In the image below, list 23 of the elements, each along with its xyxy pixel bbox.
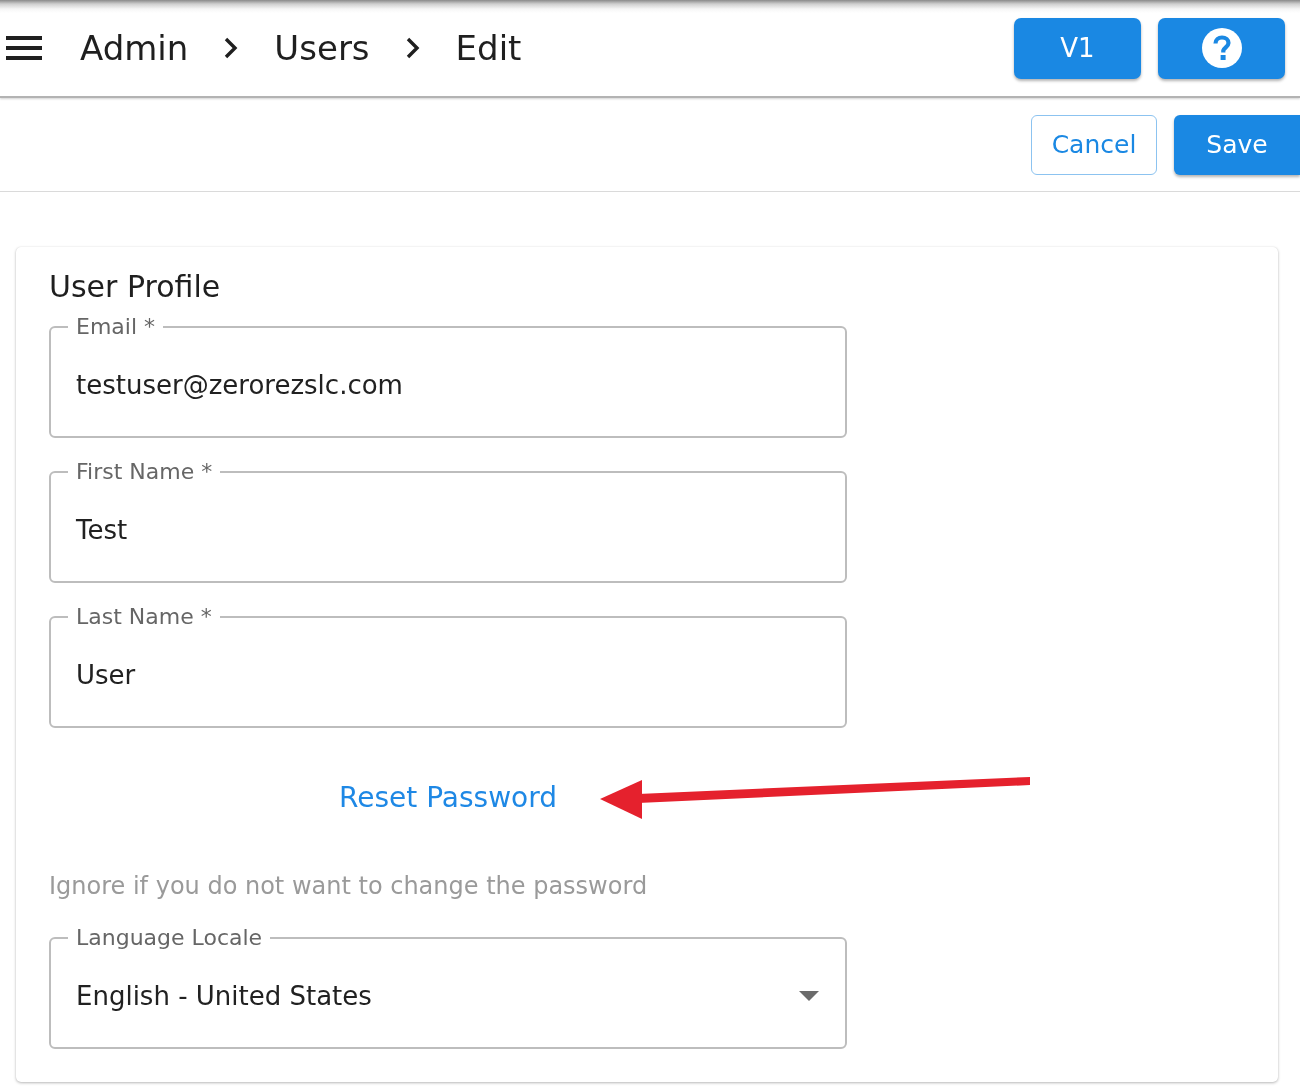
field-value: testuser@zerorezslc.com: [76, 369, 403, 402]
menu-icon[interactable]: [6, 36, 42, 60]
help-button[interactable]: [1158, 17, 1285, 79]
field-value: User: [76, 659, 136, 692]
field-label: Language Locale: [75, 924, 264, 952]
save-button[interactable]: Save: [1174, 114, 1300, 175]
breadcrumb-link[interactable]: Admin: [80, 26, 189, 70]
breadcrumb-current: Edit: [455, 27, 522, 70]
field-label: First Name *: [75, 458, 214, 486]
field-label: Email *: [75, 313, 157, 341]
caret-icon: [799, 991, 819, 1001]
cancel-button[interactable]: Cancel: [1031, 114, 1157, 175]
reset-password-link[interactable]: Reset Password: [339, 780, 557, 816]
helper-text: Ignore if you do not want to change the password: [49, 871, 649, 901]
chevron-icon: [224, 37, 239, 59]
field-value: English - United States: [76, 980, 372, 1013]
chevron-icon: [405, 37, 420, 59]
field-value: Test: [76, 514, 128, 547]
version-button[interactable]: V1: [1014, 17, 1141, 79]
breadcrumb-link[interactable]: Users: [274, 26, 370, 70]
card-title: User Profile: [49, 269, 221, 305]
help-icon: [1201, 28, 1242, 68]
field-label: Last Name *: [75, 603, 213, 631]
